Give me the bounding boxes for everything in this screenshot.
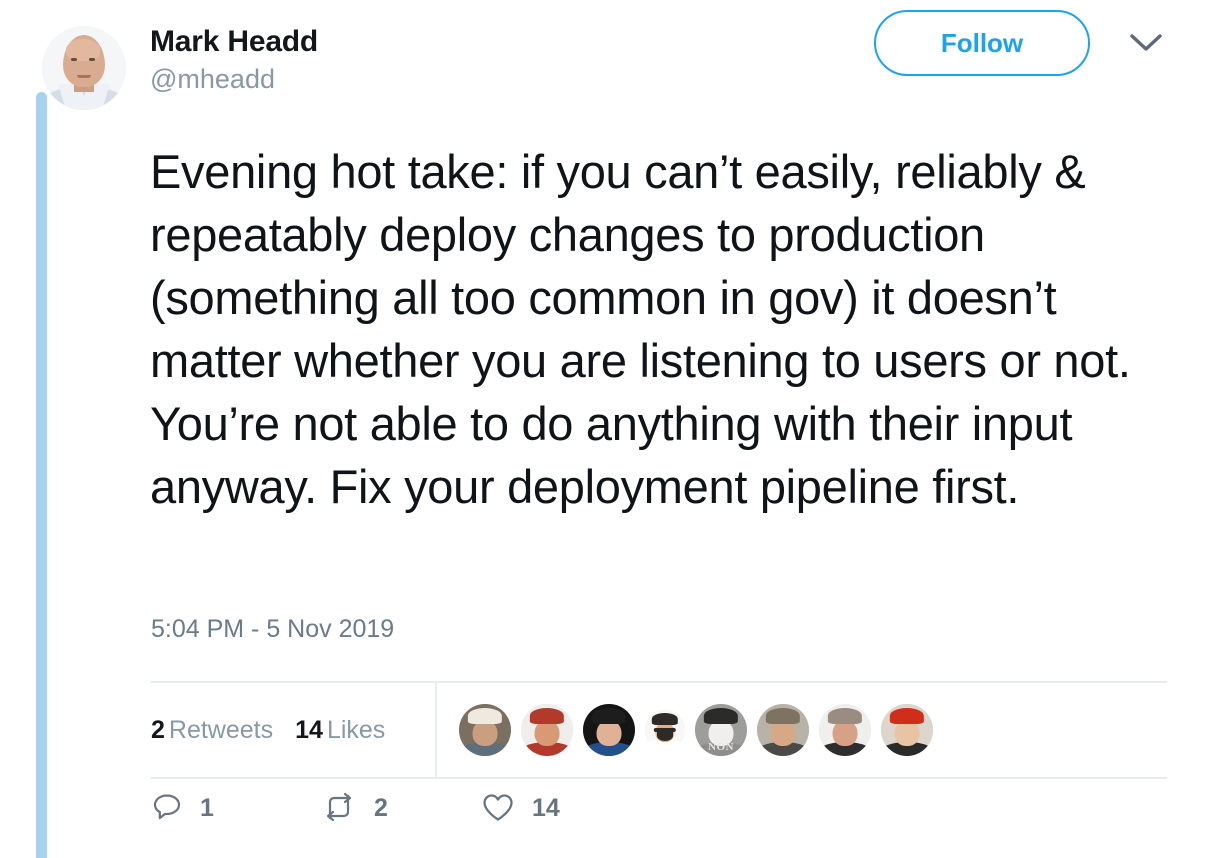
stats-counts: 2 Retweets 14 Likes bbox=[151, 683, 437, 777]
liker-avatar-4[interactable] bbox=[645, 710, 685, 750]
tweet-text: Evening hot take: if you can’t easily, r… bbox=[150, 145, 1131, 513]
liker-hair bbox=[703, 708, 739, 724]
likes-stat[interactable]: 14 Likes bbox=[295, 716, 385, 745]
heart-icon bbox=[480, 790, 516, 827]
liker-avatar-7[interactable] bbox=[819, 704, 871, 756]
tweet-timestamp[interactable]: 5:04 PM - 5 Nov 2019 bbox=[151, 615, 394, 644]
retweet-count: 2 bbox=[374, 794, 388, 822]
more-options-button[interactable] bbox=[1128, 28, 1164, 60]
liker-avatar-3[interactable] bbox=[583, 704, 635, 756]
liker-avatar-6[interactable] bbox=[757, 704, 809, 756]
tweet-card: Mark Headd @mheadd Follow Evening hot ta… bbox=[0, 0, 1216, 858]
liker-avatar-5[interactable]: NON bbox=[695, 704, 747, 756]
liker-avatar-8[interactable] bbox=[881, 704, 933, 756]
likes-count: 14 bbox=[295, 715, 323, 744]
tweet-action-bar: 1 2 14 bbox=[150, 790, 560, 827]
retweets-label: Retweets bbox=[168, 715, 274, 744]
liker-hair bbox=[827, 708, 863, 724]
avatar-eye-left bbox=[71, 58, 77, 61]
liker-hair bbox=[651, 713, 679, 726]
retweet-button[interactable]: 2 bbox=[320, 790, 480, 827]
liker-avatars-list: NON bbox=[437, 704, 933, 756]
liker-avatar-2[interactable] bbox=[521, 704, 573, 756]
follow-button[interactable]: Follow bbox=[874, 10, 1090, 76]
reply-count: 1 bbox=[200, 794, 214, 822]
reply-button[interactable]: 1 bbox=[150, 790, 320, 827]
avatar-head bbox=[63, 35, 105, 87]
like-count: 14 bbox=[532, 794, 560, 822]
like-button[interactable]: 14 bbox=[480, 790, 560, 827]
retweet-icon bbox=[320, 790, 358, 827]
avatar[interactable] bbox=[42, 26, 126, 110]
reply-icon bbox=[150, 790, 184, 827]
liker-avatar-1[interactable] bbox=[459, 704, 511, 756]
tweet-stats-row: 2 Retweets 14 Likes NON bbox=[151, 681, 1167, 779]
liker-glasses bbox=[653, 728, 677, 732]
retweets-stat[interactable]: 2 Retweets bbox=[151, 716, 273, 745]
chevron-down-icon bbox=[1129, 32, 1163, 57]
liker-caption: NON bbox=[708, 741, 734, 754]
retweets-count: 2 bbox=[151, 715, 165, 744]
avatar-eye-right bbox=[89, 58, 95, 61]
likes-label: Likes bbox=[326, 715, 386, 744]
liker-hair bbox=[889, 708, 925, 724]
liker-hair bbox=[591, 708, 627, 724]
author-avatar-rail bbox=[42, 26, 134, 110]
liker-hair bbox=[467, 708, 503, 724]
avatar-mouth bbox=[77, 75, 91, 78]
liker-hair bbox=[529, 708, 565, 724]
thread-connector-line bbox=[36, 92, 47, 858]
liker-hair bbox=[765, 708, 801, 724]
